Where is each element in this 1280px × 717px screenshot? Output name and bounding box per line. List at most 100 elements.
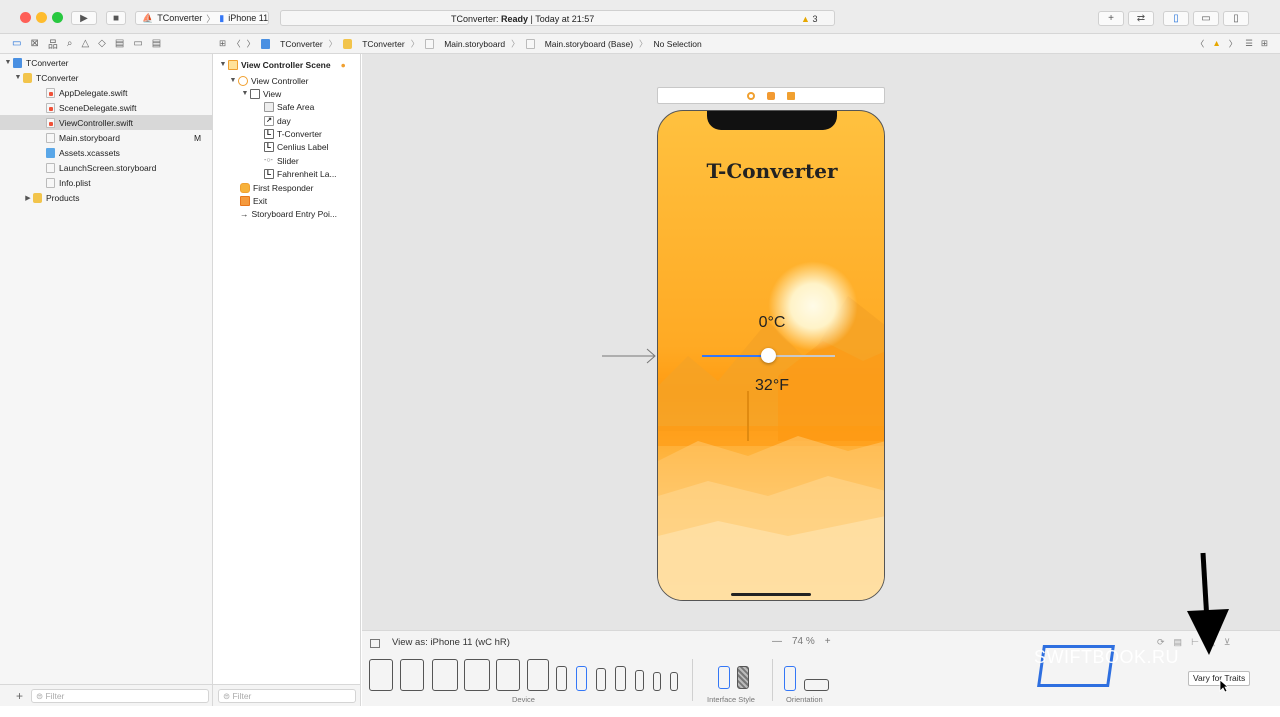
folder-icon[interactable]: ▭ (12, 38, 21, 49)
outline-exit[interactable]: Exit (240, 194, 267, 207)
library-button[interactable]: + (1098, 11, 1124, 26)
zoom-in-button[interactable]: + (825, 636, 831, 647)
tree-item-group[interactable]: ▼ TConverter (0, 70, 212, 85)
device-ipad-air[interactable] (432, 659, 458, 691)
fahrenheit-label[interactable]: 32°F (658, 377, 884, 395)
toggle-inspector-button[interactable]: ▯ (1223, 11, 1249, 26)
disclosure-open-icon[interactable]: ▼ (3, 59, 13, 66)
tree-item-file[interactable]: Info.plist (0, 175, 212, 190)
code-review-button[interactable]: ⇄ (1128, 11, 1154, 26)
device-ipad-pro-11[interactable] (400, 659, 424, 691)
tree-item-group[interactable]: ▶ Products (0, 190, 212, 205)
run-button[interactable]: ▶ (71, 11, 97, 25)
disclosure-closed-icon[interactable]: ▶ (23, 194, 33, 202)
dark-appearance-button[interactable] (737, 666, 749, 689)
disclosure-open-icon[interactable]: ▼ (228, 77, 238, 84)
landscape-orientation-button[interactable] (804, 679, 829, 691)
portrait-orientation-button[interactable] (784, 666, 796, 691)
slider-thumb[interactable] (761, 348, 776, 363)
entry-point-arrow[interactable] (602, 346, 658, 366)
app-title-label[interactable]: T-Converter (658, 159, 884, 183)
minimize-window-button[interactable] (36, 12, 47, 23)
stop-button[interactable]: ■ (106, 11, 126, 25)
tree-item-project[interactable]: ▼ TConverter (0, 55, 212, 70)
breakpoint-icon[interactable]: ▭ (133, 38, 142, 49)
zoom-window-button[interactable] (52, 12, 63, 23)
report-icon[interactable]: ▤ (152, 38, 161, 49)
warning-indicator[interactable]: ▲ 3 (801, 14, 817, 24)
toggle-debug-button[interactable]: ▭ (1193, 11, 1219, 26)
add-editor-icon[interactable]: ⊞ (1261, 38, 1268, 50)
toggle-navigator-button[interactable]: ▯ (1163, 11, 1189, 26)
search-icon[interactable]: ⌕ (67, 38, 73, 49)
disclosure-open-icon[interactable]: ▼ (240, 90, 250, 97)
outline-view-controller[interactable]: ▼ View Controller (228, 74, 308, 87)
xcode-window: ▶ ■ ⛵ TConverter 〉 ▮ iPhone 11 TConverte… (0, 0, 1280, 717)
debug-icon[interactable]: ▤ (115, 38, 124, 49)
device-ipad-pro-12[interactable] (369, 659, 393, 691)
warning-icon[interactable]: ▲ (1212, 38, 1220, 50)
close-window-button[interactable] (20, 12, 31, 23)
outline-entry-point[interactable]: → Storyboard Entry Poi... (240, 207, 337, 220)
disclosure-open-icon[interactable]: ▼ (13, 74, 23, 81)
navigator-filter-input[interactable]: ⊜ Filter (31, 689, 209, 703)
source-control-icon[interactable]: ⊠ (30, 38, 38, 49)
outline-first-responder[interactable]: First Responder (240, 181, 313, 194)
device-iphone-11-pro[interactable] (596, 668, 606, 691)
scene-badge-icon: ● (340, 59, 346, 70)
folder-icon (23, 72, 32, 83)
tree-item-file[interactable]: SceneDelegate.swift (0, 100, 212, 115)
outline-label[interactable]: L T-Converter (264, 127, 322, 140)
zoom-out-button[interactable]: — (772, 636, 782, 647)
scene-dock[interactable] (657, 87, 885, 104)
device-iphone-8[interactable] (635, 670, 644, 691)
tree-item-file[interactable]: Assets.xcassets (0, 145, 212, 160)
tree-item-file[interactable]: LaunchScreen.storyboard (0, 160, 212, 175)
breadcrumb-item[interactable]: TConverter (362, 39, 405, 49)
storyboard-canvas[interactable]: T-Converter 0°C 32°F (362, 54, 1280, 630)
breadcrumb-item[interactable]: TConverter (280, 39, 323, 49)
device-ipad-small[interactable] (527, 659, 549, 691)
test-diamond-icon[interactable]: ◇ (98, 38, 106, 49)
breadcrumb-item[interactable]: Main.storyboard (Base) (545, 39, 633, 49)
toggle-outline-icon[interactable] (370, 639, 380, 648)
hierarchy-icon[interactable]: 品 (48, 36, 58, 51)
warning-triangle-icon[interactable]: △ (81, 38, 89, 49)
outline-label[interactable]: L Fahrenheit La... (264, 167, 337, 180)
outline-scene[interactable]: ▼ View Controller Scene ● (218, 58, 346, 71)
disclosure-open-icon[interactable]: ▼ (218, 61, 228, 68)
forward-icon[interactable]: 〉 (247, 38, 256, 50)
device-iphone-8-plus[interactable] (615, 666, 626, 691)
breadcrumb-item[interactable]: Main.storyboard (444, 39, 505, 49)
back-icon[interactable]: 〈 (232, 38, 241, 50)
outline-safe-area[interactable]: Safe Area (264, 100, 314, 113)
outline-filter-input[interactable]: ⊜ Filter (218, 689, 356, 703)
tree-item-file[interactable]: Main.storyboard M (0, 130, 212, 145)
breadcrumb-item[interactable]: No Selection (654, 39, 702, 49)
outline-view[interactable]: ▼ View (240, 87, 281, 100)
prev-issue-icon[interactable]: 〈 (1196, 38, 1205, 50)
tree-item-file-selected[interactable]: ViewController.swift (0, 115, 212, 130)
view-controller-icon[interactable] (747, 91, 755, 100)
celsius-label[interactable]: 0°C (658, 314, 884, 332)
device-iphone-11[interactable] (576, 666, 587, 691)
device-iphone-se[interactable] (653, 672, 661, 691)
iphone-scene[interactable]: T-Converter 0°C 32°F (657, 110, 885, 601)
tree-item-file[interactable]: AppDelegate.swift (0, 85, 212, 100)
next-issue-icon[interactable]: 〉 (1229, 38, 1238, 50)
outline-image-view[interactable]: ↗ day (264, 114, 291, 127)
device-iphone-4s[interactable] (670, 672, 678, 691)
light-appearance-button[interactable] (718, 666, 730, 689)
outline-label[interactable]: L Cenlius Label (264, 140, 329, 153)
editor-options-icon[interactable]: ☰ (1245, 38, 1253, 50)
first-responder-icon[interactable] (767, 91, 775, 100)
exit-icon[interactable] (787, 91, 795, 100)
view-as-label[interactable]: View as: iPhone 11 (wC hR) (392, 637, 510, 648)
device-ipad-mini[interactable] (496, 659, 520, 691)
scheme-selector[interactable]: ⛵ TConverter 〉 ▮ iPhone 11 (135, 11, 269, 25)
device-ipad[interactable] (464, 659, 490, 691)
device-iphone-11-pro-max[interactable] (556, 666, 567, 691)
grid-icon[interactable]: ⊞ (219, 38, 226, 49)
add-file-icon[interactable]: + (16, 689, 23, 703)
outline-slider[interactable]: -○- Slider (264, 154, 299, 167)
